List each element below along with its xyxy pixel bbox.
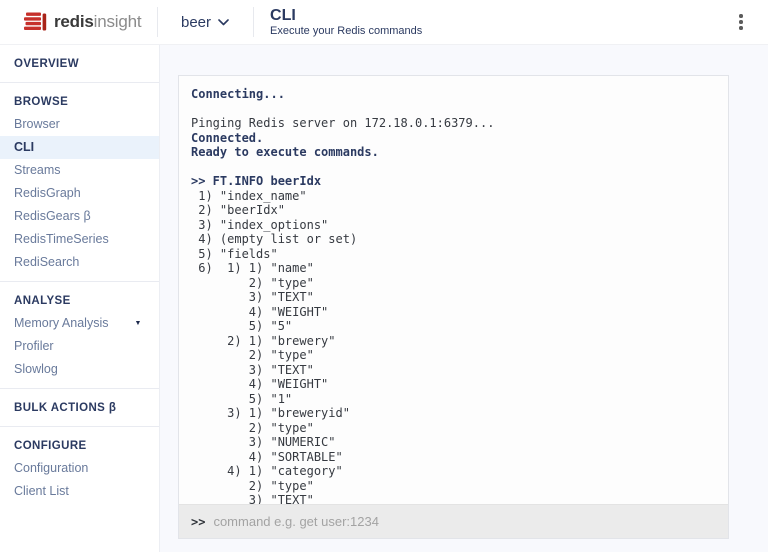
sidebar-item-memory-analysis[interactable]: Memory Analysis ▼ xyxy=(0,312,159,335)
sidebar-item-label: RedisGraph xyxy=(14,186,81,200)
sidebar-item-label: RedisTimeSeries xyxy=(14,232,109,246)
cli-output-line: 2) "type" xyxy=(191,276,716,291)
cli-input-bar: >> xyxy=(179,504,728,538)
sidebar-item-label: Client List xyxy=(14,484,69,498)
sidebar-item-label: RedisGears β xyxy=(14,209,91,223)
cli-terminal-panel: Connecting... Pinging Redis server on 17… xyxy=(178,75,729,539)
cli-output-line xyxy=(191,102,716,117)
page-subtitle: Execute your Redis commands xyxy=(270,25,422,38)
sidebar-item-label: CLI xyxy=(14,140,34,154)
cli-output-line: 3) 1) "breweryid" xyxy=(191,406,716,421)
database-selector-value: beer xyxy=(181,14,211,31)
redisinsight-logo[interactable]: redisinsight xyxy=(0,0,157,44)
sidebar-divider xyxy=(0,82,159,83)
sidebar-item-profiler[interactable]: Profiler xyxy=(0,335,159,358)
cli-output[interactable]: Connecting... Pinging Redis server on 17… xyxy=(179,76,728,504)
brand-redis: redis xyxy=(54,12,94,31)
cli-output-line: 4) "WEIGHT" xyxy=(191,377,716,392)
sidebar-item-label: Memory Analysis xyxy=(14,316,108,330)
chevron-down-icon: ▼ xyxy=(134,320,141,327)
cli-output-line: 2) 1) "brewery" xyxy=(191,334,716,349)
sidebar-item-cli[interactable]: CLI xyxy=(0,136,159,159)
sidebar-item-label: Streams xyxy=(14,163,61,177)
sidebar-divider xyxy=(0,388,159,389)
cli-output-line: Connected. xyxy=(191,131,716,146)
sidebar-item-redistimeseries[interactable]: RedisTimeSeries xyxy=(0,228,159,251)
chevron-down-icon xyxy=(218,19,229,26)
cli-output-line: 3) "NUMERIC" xyxy=(191,435,716,450)
cli-output-line: 1) "index_name" xyxy=(191,189,716,204)
sidebar-divider xyxy=(0,281,159,282)
sidebar-item-label: Configuration xyxy=(14,461,88,475)
brand-insight: insight xyxy=(94,12,142,31)
kebab-menu-button[interactable] xyxy=(730,9,752,35)
sidebar-section-overview[interactable]: OVERVIEW xyxy=(0,52,159,75)
cli-command-input[interactable] xyxy=(213,514,716,529)
sidebar-section-browse: BROWSE xyxy=(0,90,159,113)
cli-output-line: 3) "index_options" xyxy=(191,218,716,233)
cli-output-line: 2) "type" xyxy=(191,348,716,363)
sidebar-item-redisgears[interactable]: RedisGears β xyxy=(0,205,159,228)
sidebar-item-configuration[interactable]: Configuration xyxy=(0,457,159,480)
sidebar-item-slowlog[interactable]: Slowlog xyxy=(0,358,159,381)
cli-output-line: 3) "TEXT" xyxy=(191,290,716,305)
cli-output-line: Connecting... xyxy=(191,87,716,102)
cli-output-line: 2) "beerIdx" xyxy=(191,203,716,218)
cli-output-line: 4) (empty list or set) xyxy=(191,232,716,247)
header: redisinsight beer CLI Execute your Redis… xyxy=(0,0,768,45)
cli-output-line: 4) "SORTABLE" xyxy=(191,450,716,465)
page-header: CLI Execute your Redis commands xyxy=(270,7,422,38)
main-content: Connecting... Pinging Redis server on 17… xyxy=(160,45,768,552)
sidebar-item-label: Profiler xyxy=(14,339,54,353)
cli-output-line: 2) "type" xyxy=(191,479,716,494)
brand-text: redisinsight xyxy=(54,12,141,32)
cli-output-line: 6) 1) 1) "name" xyxy=(191,261,716,276)
cli-output-line: 2) "type" xyxy=(191,421,716,436)
cli-output-line: 4) "WEIGHT" xyxy=(191,305,716,320)
cli-output-line: 5) "5" xyxy=(191,319,716,334)
cli-output-line: 5) "1" xyxy=(191,392,716,407)
header-divider xyxy=(253,7,254,37)
redisinsight-logo-icon xyxy=(23,9,47,35)
cli-output-line: 4) 1) "category" xyxy=(191,464,716,479)
redisinsight-app: redisinsight beer CLI Execute your Redis… xyxy=(0,0,768,552)
cli-output-line xyxy=(191,160,716,175)
sidebar-item-streams[interactable]: Streams xyxy=(0,159,159,182)
sidebar-section-analyse: ANALYSE xyxy=(0,289,159,312)
cli-output-line: Pinging Redis server on 172.18.0.1:6379.… xyxy=(191,116,716,131)
sidebar-item-label: Slowlog xyxy=(14,362,58,376)
sidebar-item-label: RediSearch xyxy=(14,255,79,269)
sidebar-item-label: Browser xyxy=(14,117,60,131)
sidebar-item-redisgraph[interactable]: RedisGraph xyxy=(0,182,159,205)
sidebar-divider xyxy=(0,426,159,427)
cli-prompt: >> xyxy=(191,515,205,529)
cli-output-line: Ready to execute commands. xyxy=(191,145,716,160)
database-selector[interactable]: beer xyxy=(158,0,253,44)
sidebar-item-browser[interactable]: Browser xyxy=(0,113,159,136)
cli-output-line: 3) "TEXT" xyxy=(191,493,716,504)
page-title: CLI xyxy=(270,7,422,25)
sidebar-nav: OVERVIEW BROWSE Browser CLI Streams RedisGrap… xyxy=(0,45,160,552)
sidebar-section-bulk-actions[interactable]: BULK ACTIONS β xyxy=(0,396,159,419)
cli-output-line: 3) "TEXT" xyxy=(191,363,716,378)
sidebar-item-redisearch[interactable]: RediSearch xyxy=(0,251,159,274)
cli-output-line: >> FT.INFO beerIdx xyxy=(191,174,716,189)
sidebar-section-configure: CONFIGURE xyxy=(0,434,159,457)
sidebar-item-client-list[interactable]: Client List xyxy=(0,480,159,503)
cli-output-line: 5) "fields" xyxy=(191,247,716,262)
